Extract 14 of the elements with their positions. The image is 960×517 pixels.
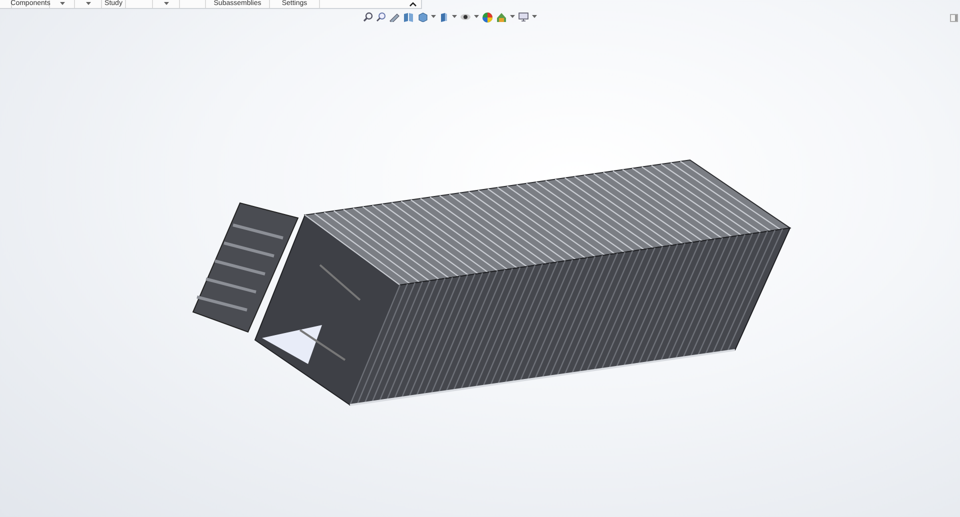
caret-icon[interactable] bbox=[60, 2, 64, 6]
caret-icon[interactable] bbox=[86, 2, 90, 6]
collapse-chevron-icon[interactable] bbox=[409, 1, 417, 7]
monitor-icon[interactable] bbox=[518, 12, 529, 22]
caret-icon[interactable] bbox=[431, 15, 436, 19]
caret-icon[interactable] bbox=[474, 15, 479, 19]
zoom-area-icon[interactable] bbox=[376, 12, 386, 22]
caret-icon[interactable] bbox=[532, 15, 537, 19]
eye-icon[interactable] bbox=[460, 12, 471, 22]
panel-toggle-icon[interactable] bbox=[950, 14, 958, 22]
caret-icon[interactable] bbox=[510, 15, 515, 19]
zoom-to-fit-icon[interactable] bbox=[363, 12, 373, 22]
caret-icon[interactable] bbox=[452, 15, 457, 19]
caret-icon[interactable] bbox=[164, 2, 168, 6]
